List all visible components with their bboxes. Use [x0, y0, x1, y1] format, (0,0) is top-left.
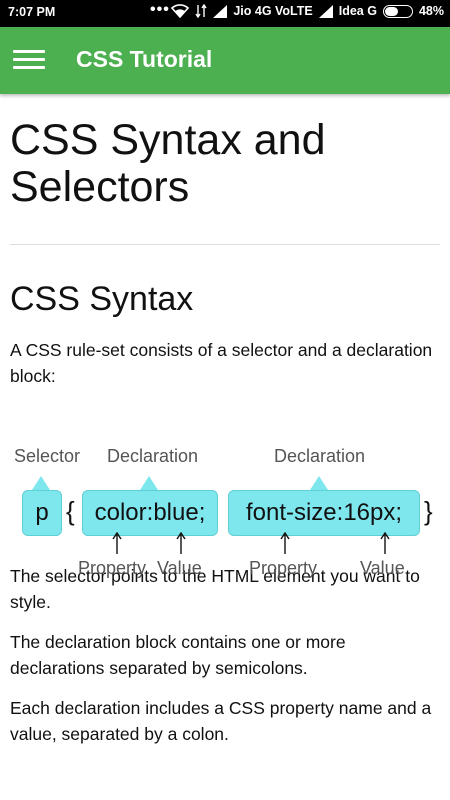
data-transfer-icon	[195, 4, 207, 18]
value-label-1: Value	[157, 558, 202, 578]
carrier1-label: Jio 4G VoLTE	[233, 4, 313, 18]
app-title: CSS Tutorial	[76, 46, 213, 72]
selector-notch	[32, 476, 50, 490]
content: CSS Syntax and Selectors CSS Syntax A CS…	[10, 94, 440, 747]
close-brace: }	[424, 496, 433, 526]
declaration-box-1: color:blue;	[82, 490, 218, 536]
intro-paragraph: A CSS rule-set consists of a selector an…	[10, 340, 433, 386]
signal-icon-2	[318, 4, 333, 18]
status-time: 7:07 PM	[8, 5, 56, 19]
property-label-1: Property	[78, 558, 147, 578]
value-label-2: Value	[360, 558, 405, 578]
css-syntax-diagram: Selector Declaration Declaration p { col…	[0, 440, 450, 590]
declaration-notch-2	[310, 476, 328, 490]
hamburger-menu-icon[interactable]	[13, 48, 45, 74]
arrow-up-icon	[280, 532, 290, 554]
battery-percent: 48%	[418, 4, 444, 18]
section-title: CSS Syntax	[10, 280, 194, 318]
arrow-up-icon	[176, 532, 186, 554]
wifi-icon	[171, 4, 190, 18]
page-title: CSS Syntax and Selectors	[10, 116, 326, 211]
signal-icon-1	[213, 4, 228, 18]
status-right: Jio 4G VoLTE Idea G 48%	[171, 4, 444, 18]
divider	[10, 244, 440, 245]
selector-label: Selector	[14, 446, 81, 466]
declaration-box-2: font-size:16px;	[228, 490, 420, 536]
declaration-notch-1	[140, 476, 158, 490]
notification-dots-icon: •••	[150, 1, 170, 18]
selector-box: p	[22, 490, 62, 536]
paragraph-declaration: Each declaration includes a CSS property…	[10, 698, 432, 744]
app-bar: CSS Tutorial	[0, 27, 450, 94]
paragraph-declaration-block: The declaration block contains one or mo…	[10, 632, 346, 678]
battery-fill	[384, 6, 399, 16]
arrow-up-icon	[380, 532, 390, 554]
arrow-up-icon	[112, 532, 122, 554]
declaration-label-1: Declaration	[107, 446, 199, 466]
battery-icon	[382, 4, 413, 18]
status-bar: 7:07 PM ••• Jio 4G VoLTE Idea G 48%	[0, 0, 450, 27]
property-label-2: Property	[249, 558, 318, 578]
carrier2-label: Idea G	[338, 4, 377, 18]
open-brace: {	[66, 496, 75, 526]
declaration-label-2: Declaration	[274, 446, 366, 466]
